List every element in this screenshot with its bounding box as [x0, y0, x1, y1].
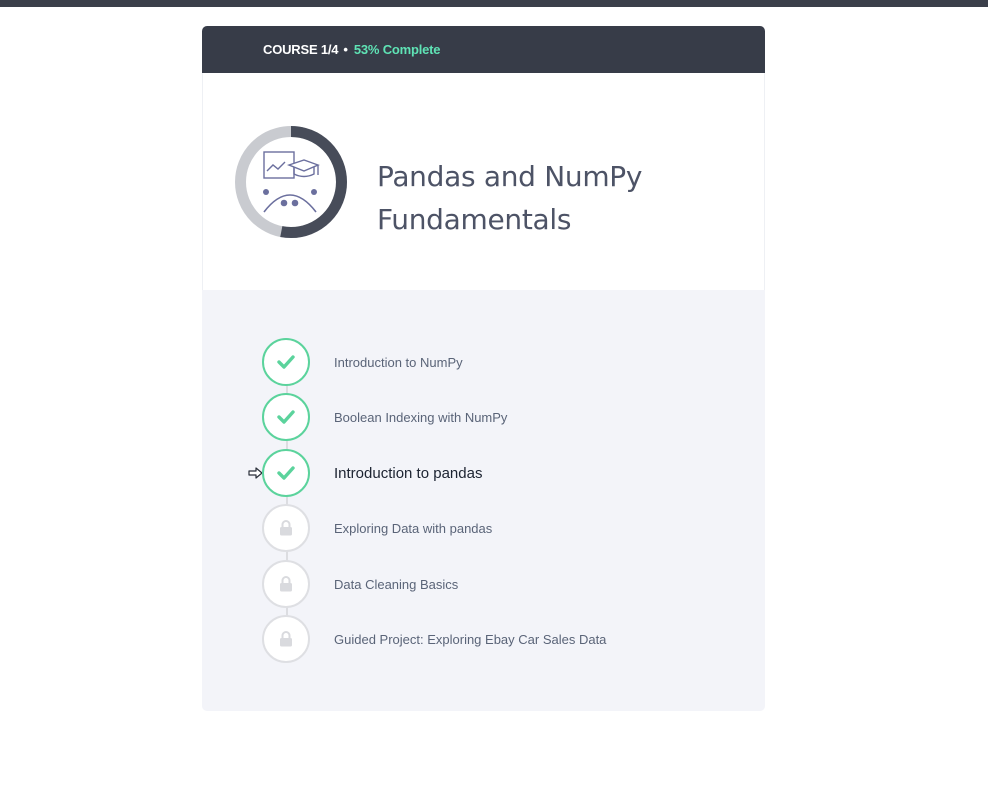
- lesson-status-circle: [262, 504, 310, 552]
- top-bar: [0, 0, 988, 7]
- lock-icon: [280, 576, 292, 592]
- check-icon: [277, 466, 295, 480]
- lesson-status-circle: [262, 560, 310, 608]
- lesson-item[interactable]: Exploring Data with pandas: [262, 504, 742, 552]
- check-icon: [277, 355, 295, 369]
- lesson-label: Boolean Indexing with NumPy: [334, 409, 508, 425]
- lesson-label: Introduction to pandas: [334, 464, 483, 482]
- lesson-item-current[interactable]: Introduction to pandas: [262, 449, 742, 497]
- check-icon: [277, 410, 295, 424]
- course-card: COURSE 1/4 • 53% Complete Pandas and Num…: [202, 26, 765, 711]
- lesson-label: Introduction to NumPy: [334, 354, 463, 370]
- lesson-list: Introduction to NumPy Boolean Indexing w…: [202, 290, 765, 711]
- lesson-item[interactable]: Guided Project: Exploring Ebay Car Sales…: [262, 615, 742, 663]
- data-science-graduation-icon: [263, 151, 320, 213]
- lesson-status-circle: [262, 338, 310, 386]
- progress-ring: [235, 126, 347, 238]
- course-hero: Pandas and NumPy Fundamentals: [202, 73, 765, 290]
- lesson-label: Data Cleaning Basics: [334, 576, 459, 592]
- lesson-status-circle: [262, 449, 310, 497]
- progress-text: 53% Complete: [353, 42, 441, 57]
- lock-icon: [280, 520, 292, 536]
- lesson-label: Guided Project: Exploring Ebay Car Sales…: [334, 631, 607, 647]
- course-number: COURSE 1/4: [263, 42, 339, 57]
- course-header: COURSE 1/4 • 53% Complete: [202, 26, 765, 73]
- course-title: Pandas and NumPy Fundamentals: [377, 160, 643, 236]
- lock-icon: [280, 631, 292, 647]
- lesson-status-circle: [262, 615, 310, 663]
- lesson-status-circle: [262, 393, 310, 441]
- lesson-label: Exploring Data with pandas: [334, 520, 493, 536]
- lesson-item[interactable]: Boolean Indexing with NumPy: [262, 393, 742, 441]
- separator-dot: •: [343, 42, 348, 57]
- lesson-item[interactable]: Data Cleaning Basics: [262, 560, 742, 608]
- lesson-item[interactable]: Introduction to NumPy: [262, 338, 742, 386]
